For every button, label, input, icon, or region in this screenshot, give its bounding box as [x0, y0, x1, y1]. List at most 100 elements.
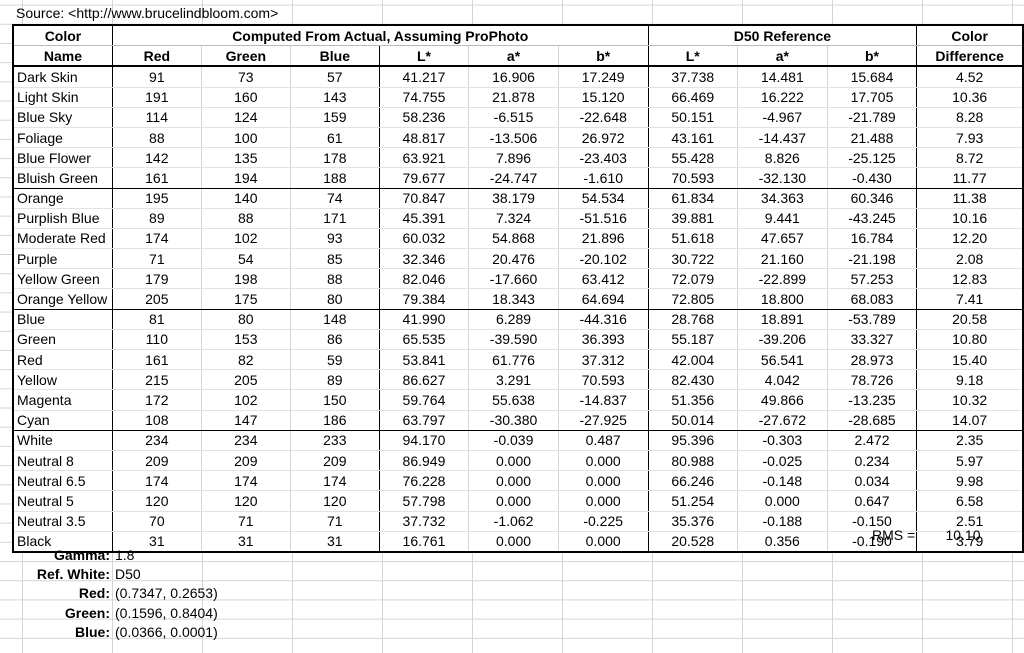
info-value[interactable]: D50 — [115, 565, 141, 584]
color-difference-cell[interactable]: 11.77 — [916, 167, 1023, 189]
ref-b-value-cell[interactable]: 16.784 — [827, 228, 918, 250]
a-value-cell[interactable]: 7.324 — [468, 208, 559, 229]
green-value-cell[interactable]: 234 — [201, 430, 291, 451]
red-value-cell[interactable]: 71 — [112, 248, 202, 270]
ref-b-value-cell[interactable]: 0.647 — [827, 490, 918, 512]
blue-value-cell[interactable]: 74 — [290, 188, 380, 209]
color-name-cell[interactable]: Neutral 8 — [13, 450, 113, 472]
color-name-cell[interactable]: Neutral 3.5 — [13, 511, 113, 532]
ref-L-value-cell[interactable]: 51.618 — [648, 228, 739, 250]
green-value-cell[interactable]: 120 — [201, 490, 291, 512]
color-difference-cell[interactable]: 12.20 — [916, 228, 1023, 250]
L-value-cell[interactable]: 74.755 — [379, 87, 470, 108]
red-value-cell[interactable]: 91 — [112, 66, 202, 88]
ref-L-value-cell[interactable]: 51.356 — [648, 389, 739, 411]
green-value-cell[interactable]: 71 — [201, 511, 291, 532]
L-value-cell[interactable]: 79.384 — [379, 288, 470, 310]
L-value-cell[interactable]: 86.627 — [379, 369, 470, 391]
b-value-cell[interactable]: 17.249 — [558, 66, 649, 88]
b-value-cell[interactable]: -1.610 — [558, 167, 649, 189]
green-value-cell[interactable]: 102 — [201, 228, 291, 250]
red-value-cell[interactable]: 110 — [112, 329, 202, 351]
red-value-cell[interactable]: 70 — [112, 511, 202, 532]
green-value-cell[interactable]: 198 — [201, 268, 291, 290]
color-name-cell[interactable]: Moderate Red — [13, 228, 113, 250]
L-value-cell[interactable]: 41.217 — [379, 66, 470, 88]
blue-value-cell[interactable]: 143 — [290, 87, 380, 108]
a-value-cell[interactable]: 54.868 — [468, 228, 559, 250]
L-value-cell[interactable]: 94.170 — [379, 430, 470, 451]
ref-b-value-cell[interactable]: -13.235 — [827, 389, 918, 411]
green-value-cell[interactable]: 175 — [201, 288, 291, 310]
color-difference-cell[interactable]: 11.38 — [916, 188, 1023, 209]
b-value-cell[interactable]: -14.837 — [558, 389, 649, 411]
red-value-cell[interactable]: 195 — [112, 188, 202, 209]
ref-L-value-cell[interactable]: 66.469 — [648, 87, 739, 108]
L-value-cell[interactable]: 65.535 — [379, 329, 470, 351]
blue-value-cell[interactable]: 209 — [290, 450, 380, 472]
ref-b-value-cell[interactable]: 0.234 — [827, 450, 918, 472]
ref-b-value-cell[interactable]: -21.789 — [827, 107, 918, 128]
L-value-cell[interactable]: 45.391 — [379, 208, 470, 229]
color-difference-cell[interactable]: 4.52 — [916, 66, 1023, 88]
b-value-cell[interactable]: -20.102 — [558, 248, 649, 270]
ref-a-value-cell[interactable]: -0.148 — [737, 470, 828, 492]
b-value-cell[interactable]: -51.516 — [558, 208, 649, 229]
ref-a-value-cell[interactable]: 0.000 — [737, 490, 828, 512]
ref-b-value-cell[interactable]: 60.346 — [827, 188, 918, 209]
color-name-cell[interactable]: Purple — [13, 248, 113, 270]
red-value-cell[interactable]: 114 — [112, 107, 202, 128]
ref-L-value-cell[interactable]: 51.254 — [648, 490, 739, 512]
color-name-cell[interactable]: White — [13, 430, 113, 451]
ref-a-value-cell[interactable]: 0.356 — [737, 531, 828, 553]
color-difference-cell[interactable]: 2.35 — [916, 430, 1023, 451]
red-value-cell[interactable]: 88 — [112, 127, 202, 149]
color-difference-cell[interactable]: 7.41 — [916, 288, 1023, 310]
b-value-cell[interactable]: 0.000 — [558, 450, 649, 472]
blue-value-cell[interactable]: 174 — [290, 470, 380, 492]
ref-b-value-cell[interactable]: -21.198 — [827, 248, 918, 270]
blue-value-cell[interactable]: 159 — [290, 107, 380, 128]
ref-L-value-cell[interactable]: 50.151 — [648, 107, 739, 128]
blue-value-cell[interactable]: 93 — [290, 228, 380, 250]
color-name-cell[interactable]: Yellow — [13, 369, 113, 391]
a-value-cell[interactable]: 0.000 — [468, 490, 559, 512]
ref-L-value-cell[interactable]: 66.246 — [648, 470, 739, 492]
info-value[interactable]: 1.8 — [115, 546, 134, 565]
color-difference-cell[interactable]: 10.36 — [916, 87, 1023, 108]
ref-a-value-cell[interactable]: 49.866 — [737, 389, 828, 411]
red-value-cell[interactable]: 179 — [112, 268, 202, 290]
red-value-cell[interactable]: 89 — [112, 208, 202, 229]
ref-b-value-cell[interactable]: 0.034 — [827, 470, 918, 492]
ref-a-value-cell[interactable]: -0.303 — [737, 430, 828, 451]
color-name-cell[interactable]: Light Skin — [13, 87, 113, 108]
color-difference-cell[interactable]: 8.72 — [916, 147, 1023, 169]
ref-a-value-cell[interactable]: 9.441 — [737, 208, 828, 229]
ref-b-value-cell[interactable]: 28.973 — [827, 349, 918, 371]
red-value-cell[interactable]: 174 — [112, 470, 202, 492]
ref-L-value-cell[interactable]: 72.805 — [648, 288, 739, 310]
red-value-cell[interactable]: 215 — [112, 369, 202, 391]
ref-L-value-cell[interactable]: 50.014 — [648, 410, 739, 431]
ref-b-value-cell[interactable]: 57.253 — [827, 268, 918, 290]
blue-value-cell[interactable]: 88 — [290, 268, 380, 290]
b-value-cell[interactable]: 0.000 — [558, 470, 649, 492]
ref-b-value-cell[interactable]: -53.789 — [827, 309, 918, 330]
ref-a-value-cell[interactable]: 18.800 — [737, 288, 828, 310]
ref-a-value-cell[interactable]: 47.657 — [737, 228, 828, 250]
red-value-cell[interactable]: 81 — [112, 309, 202, 330]
a-value-cell[interactable]: 7.896 — [468, 147, 559, 169]
ref-L-value-cell[interactable]: 61.834 — [648, 188, 739, 209]
color-difference-cell[interactable]: 8.28 — [916, 107, 1023, 128]
red-value-cell[interactable]: 108 — [112, 410, 202, 431]
a-value-cell[interactable]: -30.380 — [468, 410, 559, 431]
blue-value-cell[interactable]: 148 — [290, 309, 380, 330]
color-name-cell[interactable]: Bluish Green — [13, 167, 113, 189]
green-value-cell[interactable]: 174 — [201, 470, 291, 492]
L-value-cell[interactable]: 48.817 — [379, 127, 470, 149]
b-value-cell[interactable]: 0.000 — [558, 490, 649, 512]
red-value-cell[interactable]: 174 — [112, 228, 202, 250]
a-value-cell[interactable]: -24.747 — [468, 167, 559, 189]
color-name-cell[interactable]: Magenta — [13, 389, 113, 411]
L-value-cell[interactable]: 57.798 — [379, 490, 470, 512]
